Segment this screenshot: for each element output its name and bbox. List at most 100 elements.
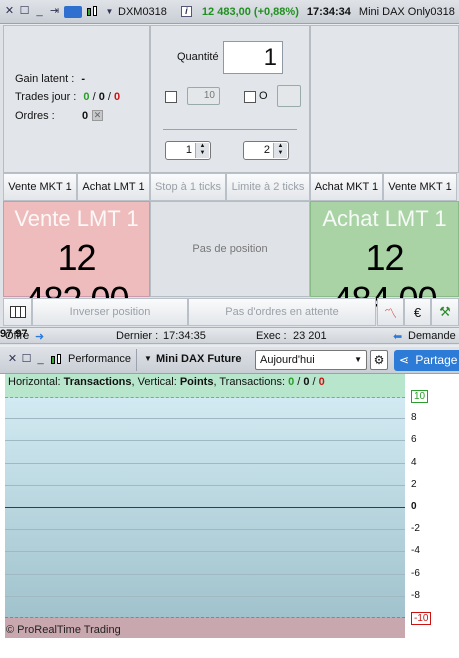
no-pending-orders: Pas d'ordres en attente [188,298,376,326]
ticker-symbol[interactable]: DXM0318 [118,6,167,18]
y-tick-label: -8 [411,589,420,601]
v-label: Vertical: [137,376,177,388]
grid-layout-button[interactable] [3,298,32,326]
sell-limit-title: Vente LMT 1 [14,206,139,231]
divider [136,349,137,371]
minimize-icon[interactable]: _ [35,354,46,365]
y-tick-label: -10 [411,612,432,625]
orders-value: 0 [82,110,89,122]
o-label: O [259,90,268,102]
dropdown-arrow-icon[interactable]: ▼ [144,354,152,363]
info-icon[interactable]: i [180,6,192,17]
y-tick-label: 2 [411,478,417,490]
gain-latent-value: - [81,73,86,85]
chart-button[interactable]: 〽 [377,298,404,326]
grid-line [5,462,405,464]
stepper-arrows-icon[interactable]: ▲ ▼ [195,143,209,158]
t-count-b: 0 [303,376,310,388]
grid-line [5,551,405,553]
ticks-limit-value: 2 [263,144,270,156]
title-bar: ✕ ☐ _ ⇥ ▼ DXM0318 i 12 483,00 (+0,88%) 1… [0,0,459,24]
buy-limit-title: Achat LMT 1 [322,206,447,231]
arrow-left-icon: ⬅ [393,331,403,343]
candlestick-icon[interactable] [86,5,100,19]
y-tick-label: -6 [411,567,420,579]
stepper-arrows-icon[interactable]: ▲ ▼ [273,143,287,158]
t-count-c: 0 [318,376,325,388]
grid-line [5,484,405,486]
stop-checkbox[interactable] [165,91,177,103]
share-button[interactable]: ⋖ Partage [394,350,459,371]
chart-toolbar: ✕ ☐ _ Performance ▼ Mini DAX Future Aujo… [0,347,459,374]
y-tick-label: -4 [411,545,420,557]
minimize-icon[interactable]: _ [34,6,45,17]
instrument-selector[interactable]: Mini DAX Future [156,353,242,365]
right-blank-panel [310,25,459,173]
grid-icon [9,306,26,318]
arrow-right-icon: ➜ [35,331,45,343]
stop-ticks-button[interactable]: Stop à 1 ticks [150,173,226,201]
cancel-orders-icon[interactable]: ✕ [92,110,103,121]
order-settings: Quantité 1 10 O 1 ▲ ▼ 2 ▲ ▼ [150,25,310,173]
grid-line [5,440,405,442]
offre-label: Offre [5,330,30,342]
plot-area [5,374,405,638]
grid-line [5,529,405,531]
restore-icon[interactable]: ☐ [19,6,30,17]
t-count-a: 0 [288,376,295,388]
o-input[interactable] [277,85,301,107]
quantity-label: Quantité [177,51,219,63]
close-icon[interactable]: ✕ [7,354,18,365]
candlestick-icon[interactable] [50,353,64,367]
order-panel: Gain latent : - Trades jour : 0 / 0 / 0 … [0,25,459,345]
ticks-limit-stepper[interactable]: 2 ▲ ▼ [243,141,289,160]
copyright: © ProRealTime Trading [6,624,121,636]
reverse-position-button[interactable]: Inverser position [32,298,188,326]
v-value: Points [179,376,214,388]
vente-mkt-button-right[interactable]: Vente MKT 1 [383,173,457,201]
buy-limit-area[interactable]: Achat LMT 1 12 484,00 [310,201,459,320]
dernier-label: Dernier : [116,330,159,342]
pin-icon[interactable]: ⇥ [49,6,60,17]
restore-icon[interactable]: ☐ [21,354,32,365]
keyboard-icon[interactable] [64,5,82,18]
zero-line [5,507,405,508]
trades-count-c: 0 [114,91,121,103]
exec-value: 23 201 [293,330,327,342]
vente-mkt-button[interactable]: Vente MKT 1 [3,173,77,201]
y-tick-label: 4 [411,456,417,468]
y-tick-label: 8 [411,412,417,424]
chart-legend: Horizontal: Transactions, Vertical: Poin… [8,376,325,388]
gain-latent-label: Gain latent : [15,73,75,85]
o-checkbox[interactable] [244,91,256,103]
limit-ticks-button[interactable]: Limite à 2 ticks [226,173,310,201]
orders-label: Ordres : [15,110,55,122]
currency-button[interactable]: € [404,298,431,326]
exec-label: Exec : [256,330,287,342]
chart-line-icon: 〽 [383,305,397,321]
ticks-stop-stepper[interactable]: 1 ▲ ▼ [165,141,211,160]
achat-lmt-button[interactable]: Achat LMT 1 [77,173,150,201]
achat-mkt-button[interactable]: Achat MKT 1 [310,173,383,201]
y-tick-label: 0 [411,501,417,512]
chevron-down-icon: ▼ [354,355,362,364]
status-bar: Offre ➜ 97 Dernier : 17:34:35 Exec : 23 … [0,327,459,344]
quantity-input[interactable]: 1 [223,41,283,74]
tools-button[interactable]: ⚒ [431,298,459,326]
period-select[interactable]: Aujourd'hui ▼ [255,350,367,370]
position-info: Gain latent : - Trades jour : 0 / 0 / 0 … [3,25,150,173]
separator [163,129,297,130]
performance-label[interactable]: Performance [68,353,131,365]
h-label: Horizontal: [8,376,61,388]
wrench-icon[interactable]: ⚙ [370,350,388,370]
order-button-row: Vente MKT 1 Achat LMT 1 Stop à 1 ticks L… [3,173,457,201]
stop-input[interactable]: 10 [187,87,220,105]
performance-chart[interactable]: 10 8 6 4 2 0 -2 -4 -6 -8 -10 Horizontal: Transacti… [0,374,459,658]
period-value: Aujourd'hui [260,354,315,366]
dropdown-arrow-icon[interactable]: ▼ [104,6,115,17]
h-value: Transactions [63,376,132,388]
t-label: Transactions: [219,376,285,388]
position-area: Pas de position [150,201,310,297]
sell-limit-area[interactable]: Vente LMT 1 12 482,00 [3,201,150,320]
close-icon[interactable]: ✕ [4,6,15,17]
